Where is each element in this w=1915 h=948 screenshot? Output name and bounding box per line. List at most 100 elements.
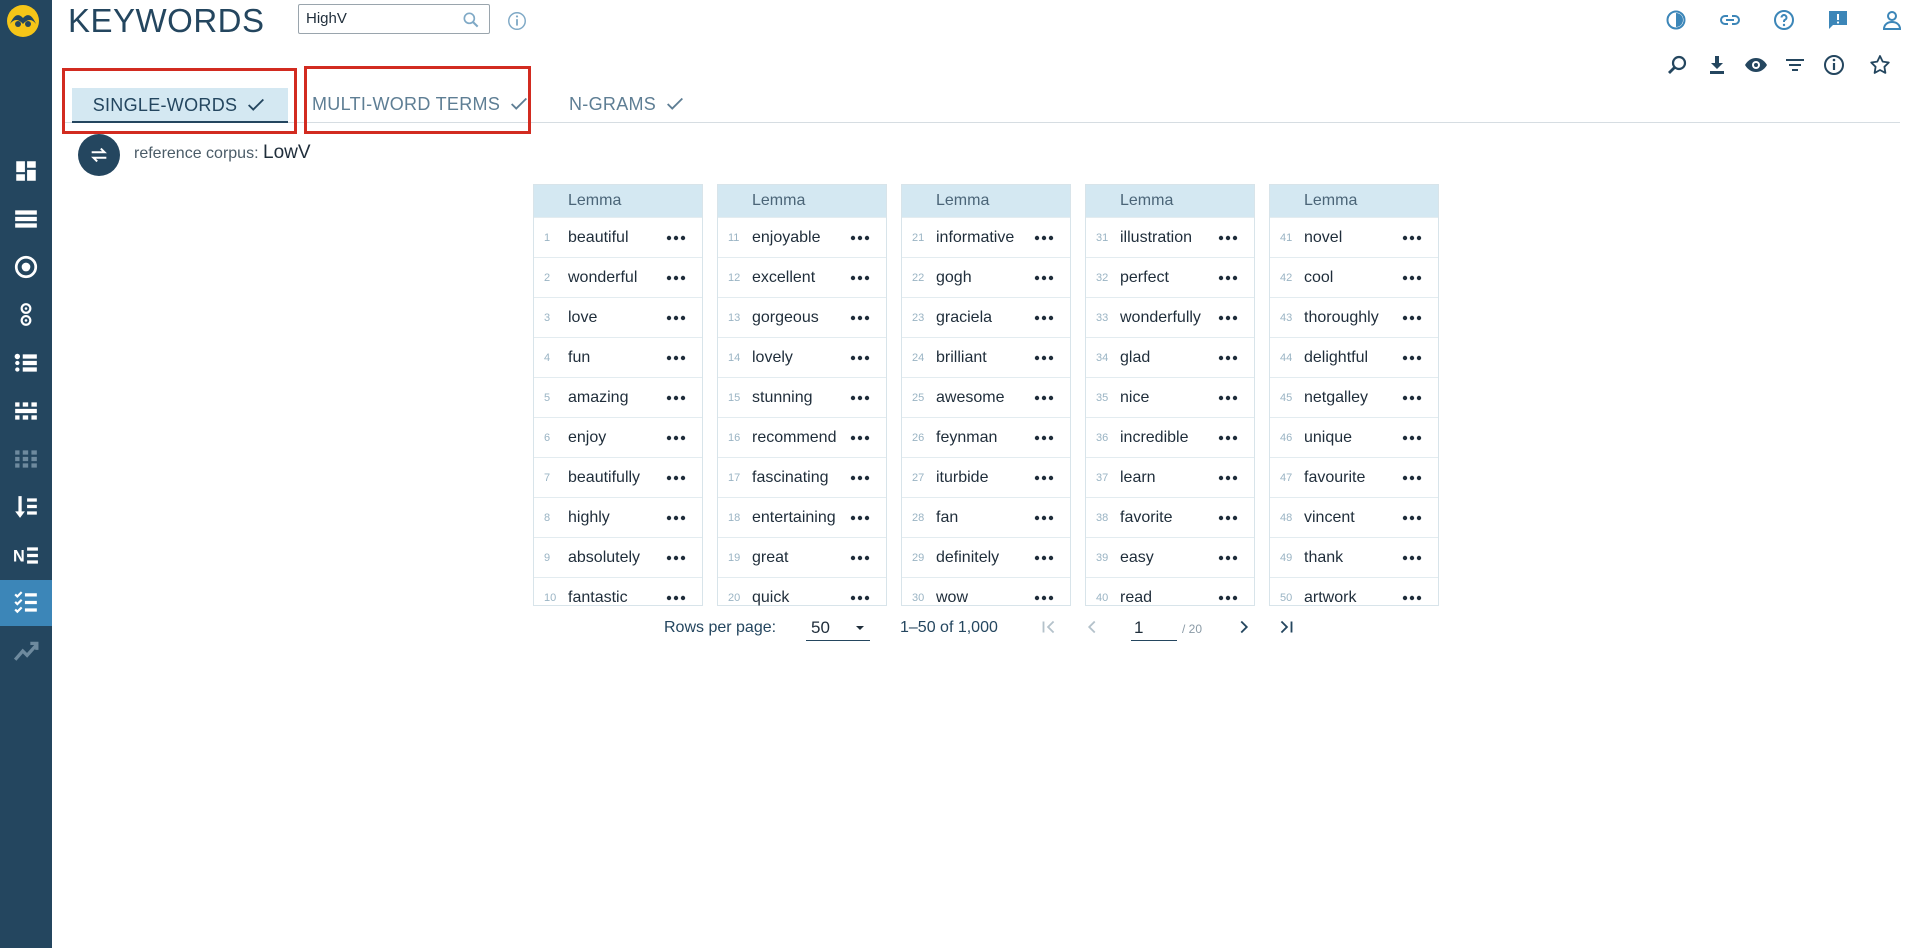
- more-options-icon[interactable]: [1214, 468, 1242, 488]
- more-options-icon[interactable]: [1398, 428, 1426, 448]
- sidebar-item-keywords[interactable]: [0, 580, 52, 626]
- corpus-search-field[interactable]: [298, 4, 490, 34]
- lemma-word[interactable]: illustration: [1120, 229, 1214, 247]
- table-row[interactable]: 16 recommend: [718, 417, 886, 457]
- lemma-word[interactable]: fan: [936, 509, 1030, 527]
- more-options-icon[interactable]: [662, 548, 690, 568]
- more-options-icon[interactable]: [1398, 228, 1426, 248]
- more-options-icon[interactable]: [1030, 228, 1058, 248]
- more-options-icon[interactable]: [1214, 268, 1242, 288]
- more-options-icon[interactable]: [1398, 548, 1426, 568]
- table-row[interactable]: 18 entertaining: [718, 497, 886, 537]
- more-options-icon[interactable]: [1030, 388, 1058, 408]
- lemma-word[interactable]: lovely: [752, 349, 846, 367]
- table-row[interactable]: 35 nice: [1086, 377, 1254, 417]
- lemma-word[interactable]: easy: [1120, 549, 1214, 567]
- feedback-button[interactable]: [1824, 6, 1852, 34]
- lemma-word[interactable]: gogh: [936, 269, 1030, 287]
- table-row[interactable]: 25 awesome: [902, 377, 1070, 417]
- sidebar-item-grid-dots[interactable]: [0, 388, 52, 434]
- lemma-word[interactable]: learn: [1120, 469, 1214, 487]
- table-row[interactable]: 48 vincent: [1270, 497, 1438, 537]
- lemma-word[interactable]: favourite: [1304, 469, 1398, 487]
- table-row[interactable]: 30 wow: [902, 577, 1070, 617]
- table-row[interactable]: 19 great: [718, 537, 886, 577]
- table-row[interactable]: 12 excellent: [718, 257, 886, 297]
- more-options-icon[interactable]: [1398, 588, 1426, 608]
- lemma-word[interactable]: favorite: [1120, 509, 1214, 527]
- more-options-icon[interactable]: [1398, 508, 1426, 528]
- corpus-search-input[interactable]: [306, 10, 456, 27]
- favorite-button[interactable]: [1866, 51, 1894, 79]
- more-options-icon[interactable]: [1214, 228, 1242, 248]
- sidebar-item-list[interactable]: [0, 196, 52, 242]
- lemma-word[interactable]: fantastic: [568, 589, 662, 607]
- more-options-icon[interactable]: [662, 468, 690, 488]
- table-row[interactable]: 10 fantastic: [534, 577, 702, 617]
- table-row[interactable]: 5 amazing: [534, 377, 702, 417]
- table-row[interactable]: 1 beautiful: [534, 217, 702, 257]
- more-options-icon[interactable]: [1214, 388, 1242, 408]
- sidebar-item-ne[interactable]: N: [0, 532, 52, 578]
- table-row[interactable]: 39 easy: [1086, 537, 1254, 577]
- more-options-icon[interactable]: [1398, 388, 1426, 408]
- lemma-word[interactable]: glad: [1120, 349, 1214, 367]
- table-row[interactable]: 4 fun: [534, 337, 702, 377]
- lemma-word[interactable]: cool: [1304, 269, 1398, 287]
- lemma-word[interactable]: feynman: [936, 429, 1030, 447]
- lemma-column-header[interactable]: Lemma: [902, 185, 1070, 217]
- lemma-word[interactable]: amazing: [568, 389, 662, 407]
- more-options-icon[interactable]: [1030, 348, 1058, 368]
- info-icon[interactable]: [506, 10, 528, 32]
- lemma-word[interactable]: wonderfully: [1120, 309, 1214, 327]
- lemma-word[interactable]: quick: [752, 589, 846, 607]
- first-page-button[interactable]: [1036, 614, 1062, 640]
- lemma-word[interactable]: excellent: [752, 269, 846, 287]
- table-row[interactable]: 42 cool: [1270, 257, 1438, 297]
- table-row[interactable]: 7 beautifully: [534, 457, 702, 497]
- lemma-word[interactable]: thoroughly: [1304, 309, 1398, 327]
- sidebar-item-bullets[interactable]: [0, 340, 52, 386]
- table-row[interactable]: 49 thank: [1270, 537, 1438, 577]
- more-options-icon[interactable]: [1398, 468, 1426, 488]
- lemma-word[interactable]: thank: [1304, 549, 1398, 567]
- more-options-icon[interactable]: [846, 228, 874, 248]
- lemma-column-header[interactable]: Lemma: [534, 185, 702, 217]
- more-options-icon[interactable]: [846, 508, 874, 528]
- search-icon[interactable]: [461, 10, 481, 30]
- previous-page-button[interactable]: [1079, 614, 1105, 640]
- more-options-icon[interactable]: [1214, 548, 1242, 568]
- lemma-word[interactable]: novel: [1304, 229, 1398, 247]
- lemma-word[interactable]: entertaining: [752, 509, 846, 527]
- lemma-word[interactable]: informative: [936, 229, 1030, 247]
- more-options-icon[interactable]: [662, 428, 690, 448]
- lemma-word[interactable]: love: [568, 309, 662, 327]
- account-button[interactable]: [1878, 6, 1906, 34]
- lemma-word[interactable]: vincent: [1304, 509, 1398, 527]
- view-options-button[interactable]: [1742, 51, 1770, 79]
- swap-corpora-button[interactable]: [78, 134, 120, 176]
- table-row[interactable]: 27 iturbide: [902, 457, 1070, 497]
- more-options-icon[interactable]: [662, 388, 690, 408]
- table-row[interactable]: 14 lovely: [718, 337, 886, 377]
- lemma-word[interactable]: awesome: [936, 389, 1030, 407]
- sidebar-item-trend[interactable]: [0, 628, 52, 674]
- more-options-icon[interactable]: [846, 348, 874, 368]
- table-row[interactable]: 31 illustration: [1086, 217, 1254, 257]
- more-options-icon[interactable]: [662, 268, 690, 288]
- lemma-word[interactable]: absolutely: [568, 549, 662, 567]
- reference-corpus-value[interactable]: LowV: [263, 142, 311, 164]
- download-button[interactable]: [1703, 51, 1731, 79]
- more-options-icon[interactable]: [1398, 308, 1426, 328]
- more-options-icon[interactable]: [1214, 348, 1242, 368]
- table-row[interactable]: 37 learn: [1086, 457, 1254, 497]
- lemma-word[interactable]: read: [1120, 589, 1214, 607]
- more-options-icon[interactable]: [662, 308, 690, 328]
- table-row[interactable]: 36 incredible: [1086, 417, 1254, 457]
- lemma-word[interactable]: highly: [568, 509, 662, 527]
- more-options-icon[interactable]: [846, 388, 874, 408]
- more-options-icon[interactable]: [1214, 308, 1242, 328]
- more-options-icon[interactable]: [662, 348, 690, 368]
- lemma-word[interactable]: definitely: [936, 549, 1030, 567]
- sidebar-item-dashboard[interactable]: [0, 148, 52, 194]
